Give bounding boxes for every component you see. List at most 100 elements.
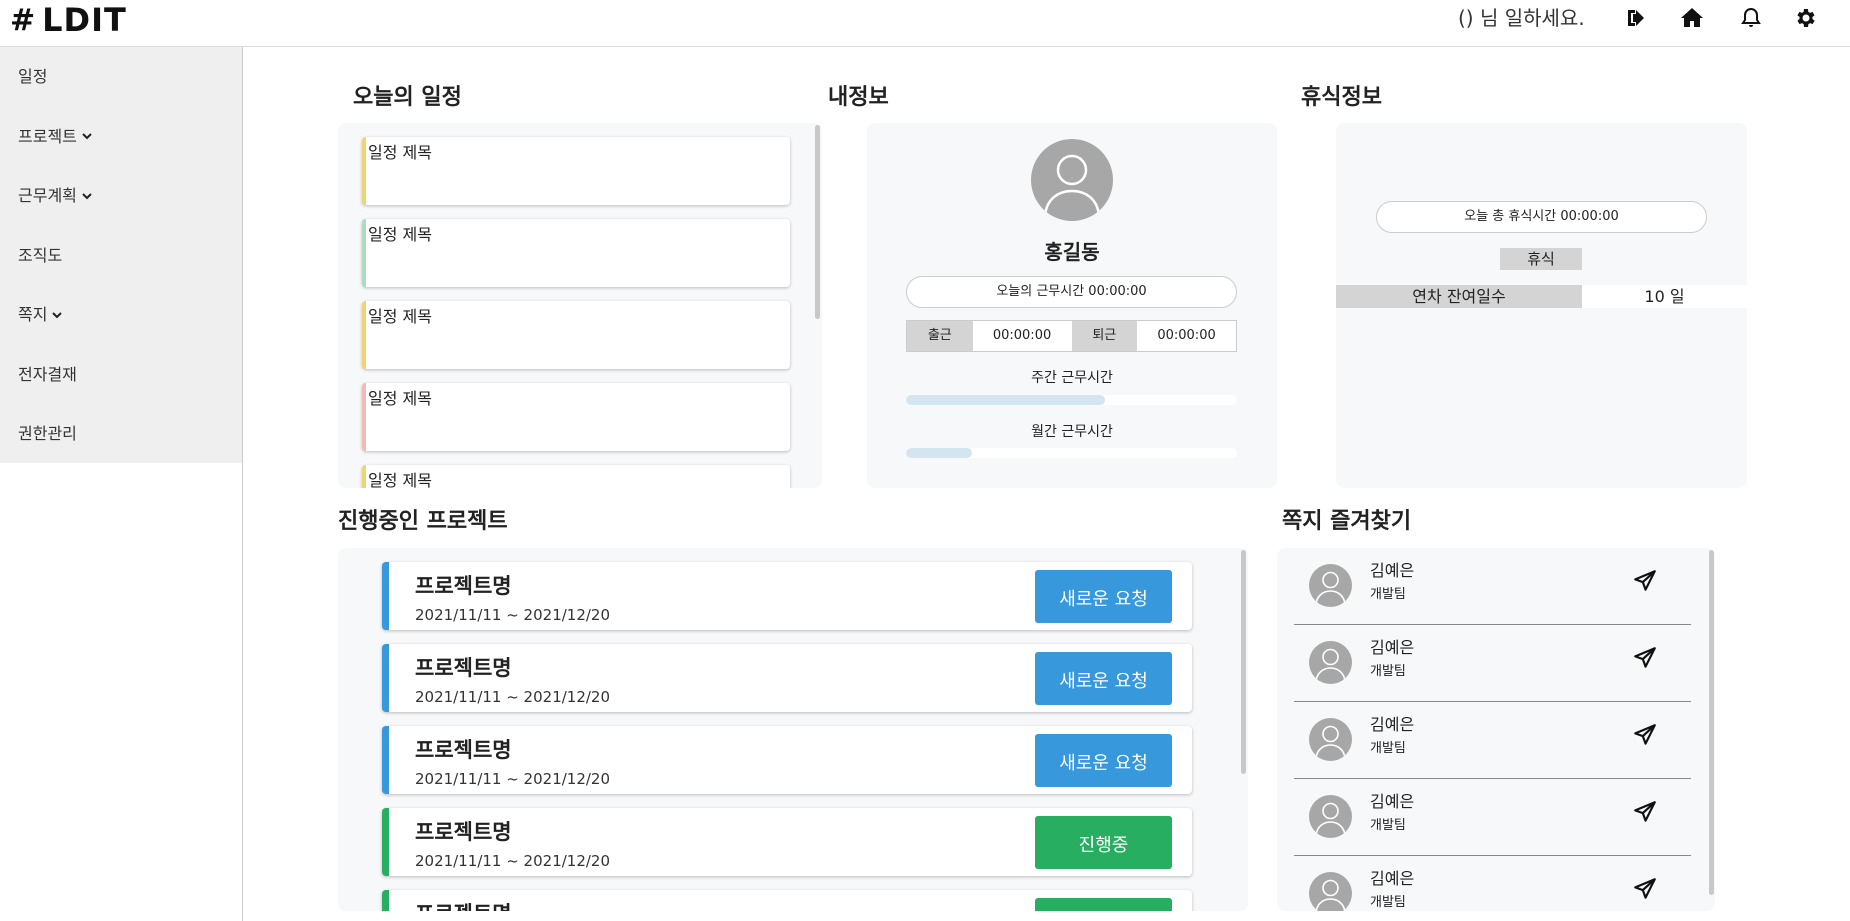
project-card[interactable]: 프로젝트명 2021/11/11 ~ 2021/12/20 새로운 요청 [382,562,1192,630]
avatar [1309,872,1352,911]
send-icon[interactable] [1632,568,1658,594]
chevron-down-icon [52,312,63,319]
project-period: 2021/11/11 ~ 2021/12/20 [415,606,611,624]
project-status-button[interactable]: 진행중 [1035,898,1172,911]
schedule-card[interactable]: 일정 제목 [362,383,790,451]
project-name: 프로젝트명 [415,656,512,680]
monthly-work-label: 월간 근무시간 [1031,424,1113,440]
logo-text: LDIT [42,1,127,39]
project-card[interactable]: 프로젝트명 2021/11/11 ~ 2021/12/20 새로운 요청 [382,644,1192,712]
rest-info-panel: 오늘 총 휴식시간 00:00:00 휴식 연차 잔여일수 10 일 [1336,123,1747,488]
chevron-down-icon [82,133,92,140]
user-silhouette-icon [1315,725,1346,759]
sidebar-item[interactable]: 전자결재 [0,345,242,405]
sidebar-item-label: 전자결재 [18,364,77,384]
project-card[interactable]: 프로젝트명2021/11/11 ~ 2021/12/20진행중 [382,890,1192,911]
clock-in-time: 00:00:00 [992,328,1052,343]
sidebar-item[interactable]: 쪽지 [0,285,242,345]
send-icon[interactable] [1632,799,1658,825]
favorite-name: 김예은 [1370,792,1415,811]
monthly-work-fill [906,448,973,458]
top-header: # LDIT () 님 일하세요. [0,0,1850,47]
favorite-team: 개발팀 [1370,818,1406,833]
sidebar-item-label: 근무계획 [18,186,77,205]
clock-in-button[interactable]: 출근 [907,321,973,351]
favorite-item[interactable]: 김예은개발팀 [1294,779,1691,856]
favorite-item[interactable]: 김예은개발팀 [1294,625,1691,702]
favorite-name: 김예은 [1370,638,1415,657]
schedule-card[interactable]: 일정 제목 [362,301,790,369]
project-status-button[interactable]: 진행중 [1035,816,1172,869]
avatar [1309,718,1352,761]
send-icon[interactable] [1632,876,1658,902]
schedule-card[interactable]: 일정 제목 [362,465,790,488]
sidebar-item-label: 쪽지 [18,305,48,324]
favorite-team: 개발팀 [1370,741,1406,756]
schedule-card[interactable]: 일정 제목 [362,137,790,205]
schedule-title: 오늘의 일정 [353,85,462,110]
sidebar-item-label: 조직도 [18,245,63,265]
sidebar-menu: 일정프로젝트근무계획조직도쪽지전자결재권한관리 [0,47,242,463]
projects-scrollbar[interactable] [1241,550,1246,774]
favorite-team: 개발팀 [1370,664,1406,679]
home-icon[interactable] [1677,4,1707,32]
rest-button[interactable]: 휴식 [1500,248,1582,270]
schedule-card[interactable]: 일정 제목 [362,219,790,287]
profile-avatar [1031,139,1113,221]
chevron-down-icon [82,193,92,200]
weekly-work-label: 주간 근무시간 [1031,370,1113,386]
sidebar-item-label: 일정 [18,67,48,86]
rest-info-title: 휴식정보 [1301,85,1382,110]
user-silhouette-icon [1315,571,1346,605]
greeting-text: () 님 일하세요. [1458,6,1585,30]
schedule-scrollbar[interactable] [815,125,820,319]
user-silhouette-icon [1315,648,1346,682]
project-name: 프로젝트명 [415,574,512,598]
sidebar-item[interactable]: 근무계획 [0,166,242,226]
logout-icon[interactable] [1621,4,1651,32]
favorite-item[interactable]: 김예은 개발팀 [1294,856,1691,911]
favorite-team: 개발팀 [1370,587,1406,602]
project-period: 2021/11/11 ~ 2021/12/20 [415,688,611,706]
profile-name: 홍길동 [1044,240,1100,264]
project-status-button[interactable]: 새로운 요청 [1035,652,1172,705]
sidebar-item[interactable]: 조직도 [0,226,242,286]
sidebar-item[interactable]: 권한관리 [0,404,242,464]
my-info-panel: 홍길동 오늘의 근무시간 00:00:00 출근 00:00:00 퇴근 00:… [867,123,1277,488]
leave-value: 10 일 [1644,287,1685,306]
favorite-name: 김예은 [1370,561,1415,580]
favorites-panel: 김예은 개발팀 김예은 개발팀 김예은 개발팀 김예은 개발팀 김예은 개발팀 [1277,548,1715,911]
favorite-team: 개발팀 [1370,895,1406,910]
project-period: 2021/11/11 ~ 2021/12/20 [415,770,611,788]
send-icon[interactable] [1632,645,1658,671]
sidebar-item[interactable]: 일정 [0,47,242,107]
bell-icon[interactable] [1736,4,1766,32]
favorites-scrollbar[interactable] [1709,550,1714,895]
project-card[interactable]: 프로젝트명2021/11/11 ~ 2021/12/20진행중 [382,808,1192,876]
avatar [1309,795,1352,838]
weekly-work-bar [906,395,1237,405]
logo[interactable]: # LDIT [10,1,127,39]
logo-hash: # [10,2,37,38]
avatar [1309,641,1352,684]
projects-panel: 프로젝트명 2021/11/11 ~ 2021/12/20 새로운 요청 프로젝트명 2… [338,548,1248,911]
favorite-item[interactable]: 김예은개발팀 [1294,548,1691,625]
sidebar-item[interactable]: 프로젝트 [0,107,242,167]
avatar [1309,564,1352,607]
send-icon[interactable] [1632,722,1658,748]
project-status-button[interactable]: 새로운 요청 [1035,734,1172,787]
clock-out-button[interactable]: 퇴근 [1071,321,1138,351]
project-status-button[interactable]: 새로운 요청 [1035,570,1172,623]
project-name: 프로젝트명 [415,738,512,762]
user-silhouette-icon [1315,802,1346,836]
leave-row: 연차 잔여일수 10 일 [1336,285,1747,308]
project-name: 프로젝트명 [415,898,512,911]
schedule-panel: 일정 제목 일정 제목 일정 제목 일정 제목 일정 제목 [338,123,822,488]
clock-out-time: 00:00:00 [1157,328,1216,343]
favorite-item[interactable]: 김예은 개발팀 [1294,702,1691,779]
gear-icon[interactable] [1790,4,1820,32]
monthly-work-bar [906,448,1237,458]
schedule-card-title: 일정 제목 [368,389,432,408]
attendance-row: 출근 00:00:00 퇴근 00:00:00 [906,320,1237,352]
project-card[interactable]: 프로젝트명 2021/11/11 ~ 2021/12/20 새로운 요청 [382,726,1192,794]
